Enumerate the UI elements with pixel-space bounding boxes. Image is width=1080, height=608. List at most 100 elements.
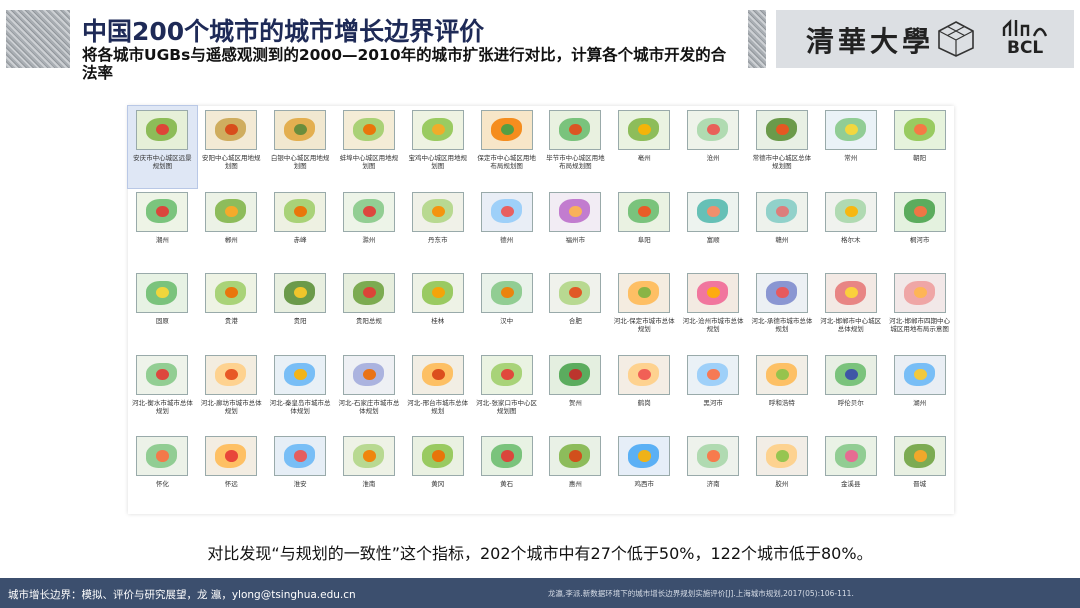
map-image [274, 110, 327, 150]
map-thumbnail[interactable]: 格尔木 [816, 188, 885, 270]
map-thumbnail[interactable]: 贵阳总规 [335, 269, 404, 351]
map-thumbnail[interactable]: 济南 [679, 432, 748, 514]
map-thumbnail[interactable]: 淮安 [266, 432, 335, 514]
map-thumbnail[interactable]: 潮州 [128, 188, 197, 270]
map-thumbnail[interactable]: 河北-张家口市中心区规划图 [472, 351, 541, 433]
map-caption: 呼伦贝尔 [837, 398, 864, 407]
map-image [274, 273, 327, 314]
map-caption: 河北-沧州市城市总体规划 [682, 317, 744, 334]
map-thumbnail[interactable]: 淮南 [335, 432, 404, 514]
map-thumbnail[interactable]: 毕节市中心城区用地布局规划图 [541, 106, 610, 188]
map-image [274, 191, 327, 232]
map-caption: 滁州 [362, 235, 376, 244]
map-caption: 桂林 [431, 317, 445, 326]
map-image [342, 436, 395, 477]
map-thumbnail[interactable]: 河北-邢台市城市总体规划 [403, 351, 472, 433]
cube-logo-icon [938, 21, 974, 57]
map-thumbnail[interactable]: 郴州 [197, 188, 266, 270]
map-thumbnail[interactable]: 鹤岗 [610, 351, 679, 433]
map-image [136, 110, 189, 150]
map-thumbnail[interactable]: 河北-沧州市城市总体规划 [679, 269, 748, 351]
map-image [687, 273, 740, 314]
map-image [411, 110, 464, 150]
map-thumbnail[interactable]: 河北-邯郸市四期中心城区用地布局示意图 [885, 269, 954, 351]
map-thumbnail[interactable]: 德州 [472, 188, 541, 270]
map-thumbnail[interactable]: 金溪县 [816, 432, 885, 514]
map-image [411, 273, 464, 314]
map-thumbnail[interactable]: 安庆市中心城区远景规划图 [127, 105, 198, 189]
map-thumbnail[interactable]: 常州 [816, 106, 885, 188]
map-caption: 保定市中心城区用地布局规划图 [477, 154, 536, 170]
map-thumbnail[interactable]: 桐河市 [885, 188, 954, 270]
map-image [618, 436, 671, 477]
map-thumbnail[interactable]: 河北-秦皇岛市城市总体规划 [266, 351, 335, 433]
map-thumbnail[interactable]: 白银中心城区用地规划图 [266, 106, 335, 188]
map-thumbnail[interactable]: 河北-石家庄市城市总体规划 [335, 351, 404, 433]
map-thumbnail[interactable]: 河北-衡水市城市总体规划 [128, 351, 197, 433]
map-caption: 安阳中心城区用地规划图 [201, 154, 261, 170]
map-caption: 河北-邢台市城市总体规划 [407, 398, 469, 415]
map-image [824, 191, 877, 232]
map-thumbnail[interactable]: 惠州 [541, 432, 610, 514]
map-thumbnail[interactable]: 沧州 [679, 106, 748, 188]
map-image [205, 436, 258, 477]
map-thumbnail[interactable]: 黑河市 [679, 351, 748, 433]
map-caption: 蚌埠中心城区用地规划图 [339, 154, 399, 170]
map-thumbnail[interactable]: 宝鸡中心城区用地规划图 [403, 106, 472, 188]
map-thumbnail[interactable]: 亳州 [610, 106, 679, 188]
map-thumbnail[interactable]: 桂林 [403, 269, 472, 351]
map-thumbnail[interactable]: 呼和浩特 [748, 351, 817, 433]
footer-citation: 龙瀛,李派.新数据环境下的城市增长边界规划实施评价[J].上海城市规划,2017… [548, 589, 854, 598]
map-thumbnail[interactable]: 朝阳 [885, 106, 954, 188]
map-thumbnail[interactable]: 赤峰 [266, 188, 335, 270]
map-thumbnail[interactable]: 河北-承德市城市总体规划 [748, 269, 817, 351]
map-image [480, 191, 533, 232]
map-thumbnail[interactable]: 怀化 [128, 432, 197, 514]
map-thumbnail[interactable]: 福州市 [541, 188, 610, 270]
map-thumbnail[interactable]: 河北-保定市城市总体规划 [610, 269, 679, 351]
bcl-logo: BCL [1002, 18, 1052, 60]
map-thumbnail[interactable]: 胶州 [748, 432, 817, 514]
map-thumbnail[interactable]: 合肥 [541, 269, 610, 351]
map-thumbnail[interactable]: 富顺 [679, 188, 748, 270]
map-image [480, 273, 533, 314]
map-image [205, 273, 258, 314]
map-image [136, 191, 189, 232]
map-thumbnail[interactable]: 河北-廊坊市城市总体规划 [197, 351, 266, 433]
map-caption: 固原 [155, 317, 169, 326]
map-thumbnail[interactable]: 贵港 [197, 269, 266, 351]
map-thumbnail[interactable]: 河北-邯郸市中心城区总体规划 [816, 269, 885, 351]
map-image [205, 110, 258, 150]
map-caption: 贵港 [224, 317, 238, 326]
map-thumbnail[interactable]: 滁州 [335, 188, 404, 270]
map-image [824, 273, 877, 314]
map-thumbnail[interactable]: 怀远 [197, 432, 266, 514]
map-thumbnail[interactable]: 安阳中心城区用地规划图 [197, 106, 266, 188]
map-thumbnail[interactable]: 赣州 [748, 188, 817, 270]
map-thumbnail[interactable]: 保定市中心城区用地布局规划图 [472, 106, 541, 188]
map-thumbnail[interactable]: 湖州 [885, 351, 954, 433]
map-thumbnail[interactable]: 蚌埠中心城区用地规划图 [335, 106, 404, 188]
map-thumbnail[interactable]: 阜阳 [610, 188, 679, 270]
map-caption: 毕节市中心城区用地布局规划图 [546, 154, 605, 170]
map-image [411, 354, 464, 395]
map-image [549, 354, 602, 395]
map-caption: 晋城 [913, 480, 927, 489]
map-caption: 怀化 [155, 480, 169, 489]
map-thumbnail[interactable]: 晋城 [885, 432, 954, 514]
map-caption: 胶州 [775, 480, 789, 489]
map-image [755, 191, 808, 232]
map-thumbnail[interactable]: 鸡西市 [610, 432, 679, 514]
map-thumbnail[interactable]: 贺州 [541, 351, 610, 433]
map-thumbnail[interactable]: 黄石 [472, 432, 541, 514]
map-thumbnail[interactable]: 汉中 [472, 269, 541, 351]
corner-texture-right [748, 10, 766, 68]
map-thumbnail[interactable]: 常德市中心城区总体规划图 [748, 106, 817, 188]
map-thumbnail[interactable]: 固原 [128, 269, 197, 351]
map-image [136, 354, 189, 395]
map-caption: 合肥 [568, 317, 582, 326]
map-thumbnail[interactable]: 呼伦贝尔 [816, 351, 885, 433]
map-thumbnail[interactable]: 贵阳 [266, 269, 335, 351]
map-thumbnail[interactable]: 丹东市 [403, 188, 472, 270]
map-thumbnail[interactable]: 黄冈 [403, 432, 472, 514]
